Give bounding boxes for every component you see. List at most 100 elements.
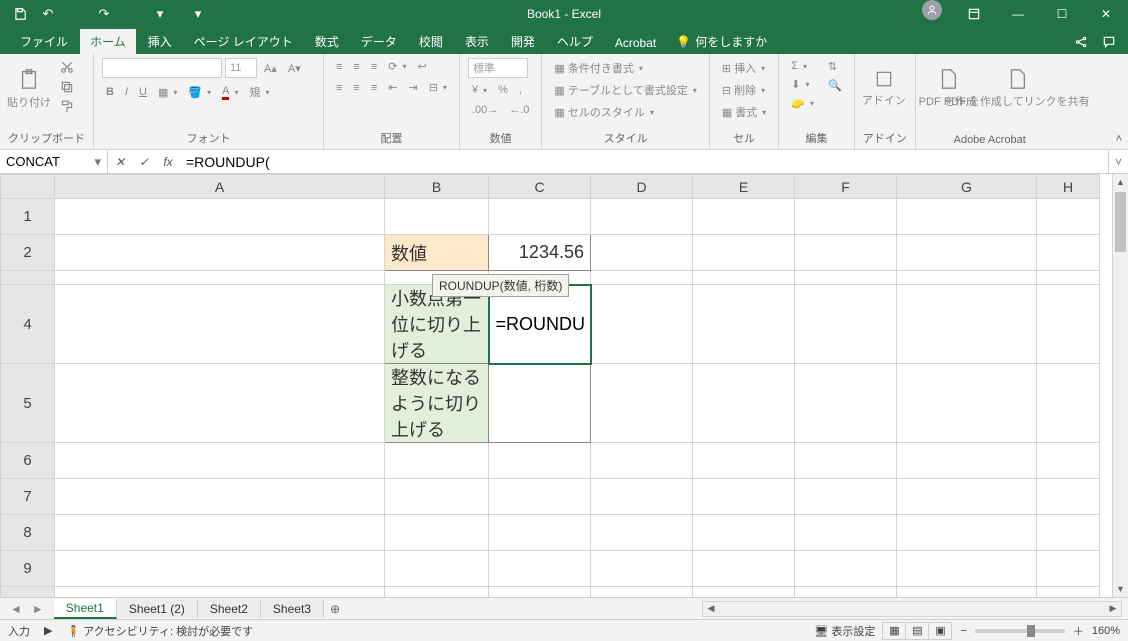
percent-format-icon[interactable]: % (494, 82, 512, 98)
cell-styles-button[interactable]: ▦ セルのスタイル (550, 102, 700, 122)
cancel-formula-icon[interactable]: ✕ (108, 155, 132, 169)
vertical-scrollbar[interactable]: ▲ ▼ (1112, 174, 1128, 597)
tab-review[interactable]: 校閲 (409, 29, 453, 54)
scroll-right-icon[interactable]: ▶ (1105, 602, 1121, 616)
accessibility-status[interactable]: 🧍 アクセシビリティ: 検討が必要です (66, 623, 253, 639)
share-button[interactable] (1068, 30, 1094, 54)
create-share-pdf-button[interactable]: PDF を作成してリンクを共有 (978, 58, 1056, 118)
zoom-level[interactable]: 160% (1092, 625, 1120, 637)
copy-button[interactable] (56, 78, 78, 96)
sheet-tab-1[interactable]: Sheet1 (54, 599, 117, 619)
addins-button[interactable]: アドイン (863, 58, 905, 118)
tab-page-layout[interactable]: ページ レイアウト (184, 29, 303, 54)
conditional-format-button[interactable]: ▦ 条件付き書式 (550, 58, 700, 78)
create-pdf-button[interactable]: PDF を作成 (924, 58, 972, 118)
col-header-a[interactable]: A (55, 175, 385, 199)
minimize-button[interactable]: ― (996, 0, 1040, 28)
add-sheet-button[interactable]: ⊕ (324, 602, 346, 616)
clear-button[interactable]: 🧽 (787, 95, 818, 112)
zoom-out-button[interactable]: − (960, 625, 966, 637)
row-header-3[interactable] (1, 271, 55, 285)
tab-formulas[interactable]: 数式 (305, 29, 349, 54)
align-middle-icon[interactable]: ≡ (349, 59, 363, 75)
close-button[interactable]: ✕ (1084, 0, 1128, 28)
row-header-7[interactable]: 7 (1, 479, 55, 515)
insert-function-icon[interactable]: fx (156, 155, 180, 169)
undo-dropdown[interactable] (64, 3, 88, 25)
macro-record-icon[interactable]: ▶ (44, 624, 52, 637)
row-header-6[interactable]: 6 (1, 443, 55, 479)
row-header-9[interactable]: 9 (1, 551, 55, 587)
vertical-scroll-thumb[interactable] (1115, 192, 1126, 252)
tell-me-search[interactable]: 💡 何をしますか (668, 29, 775, 54)
cut-button[interactable] (56, 58, 78, 76)
sheet-tab-2[interactable]: Sheet1 (2) (117, 600, 198, 618)
border-button[interactable]: ▦ (154, 84, 181, 101)
scroll-left-icon[interactable]: ◀ (703, 602, 719, 616)
scroll-down-icon[interactable]: ▼ (1113, 581, 1128, 597)
maximize-button[interactable]: ☐ (1040, 0, 1084, 28)
zoom-in-button[interactable]: ＋ (1073, 623, 1084, 639)
italic-button[interactable]: I (121, 84, 132, 100)
enter-formula-icon[interactable]: ✓ (132, 155, 156, 169)
orientation-icon[interactable]: ⟳ (384, 58, 410, 75)
col-header-c[interactable]: C (489, 175, 591, 199)
col-header-e[interactable]: E (693, 175, 795, 199)
normal-view-icon[interactable]: ▦ (882, 622, 906, 640)
wrap-text-button[interactable]: ↩ (414, 58, 431, 75)
paste-button[interactable]: 貼り付け (8, 58, 50, 118)
redo-icon[interactable]: ↷ (92, 3, 116, 25)
tab-data[interactable]: データ (351, 29, 407, 54)
font-name-combo[interactable] (102, 58, 222, 78)
formula-input[interactable] (180, 150, 1108, 173)
cell-c5[interactable] (489, 364, 591, 443)
cell-b2[interactable]: 数値 (385, 235, 489, 271)
name-box[interactable]: ▾ (0, 150, 108, 173)
scroll-up-icon[interactable]: ▲ (1113, 174, 1128, 190)
delete-cells-button[interactable]: ⊟ 削除 (718, 80, 770, 100)
qat-customize-icon[interactable]: ▾ (186, 3, 210, 25)
col-header-g[interactable]: G (897, 175, 1037, 199)
row-header-5[interactable]: 5 (1, 364, 55, 443)
ribbon-options-icon[interactable] (952, 0, 996, 28)
tab-view[interactable]: 表示 (455, 29, 499, 54)
select-all-corner[interactable] (1, 175, 55, 199)
zoom-slider[interactable] (975, 629, 1065, 633)
tab-help[interactable]: ヘルプ (547, 29, 603, 54)
save-icon[interactable] (8, 3, 32, 25)
row-header-2[interactable]: 2 (1, 235, 55, 271)
sort-filter-button[interactable]: ⇅ (824, 58, 846, 75)
tab-acrobat[interactable]: Acrobat (605, 32, 666, 54)
row-header-10[interactable]: 10 (1, 587, 55, 598)
merge-button[interactable]: ⊟ (425, 79, 451, 96)
find-select-button[interactable]: 🔍 (824, 77, 846, 94)
align-bottom-icon[interactable]: ≡ (367, 59, 381, 75)
format-cells-button[interactable]: ▦ 書式 (718, 102, 770, 122)
account-avatar[interactable] (922, 0, 942, 20)
tab-file[interactable]: ファイル (10, 29, 78, 54)
cell-c2[interactable]: 1234.56 (489, 235, 591, 271)
decrease-decimal-icon[interactable]: ←.0 (505, 102, 533, 118)
sheet-tab-4[interactable]: Sheet3 (261, 600, 324, 618)
qat-more-icon[interactable]: ▾ (148, 3, 172, 25)
col-header-b[interactable]: B (385, 175, 489, 199)
horizontal-scrollbar[interactable]: ◀ ▶ (702, 601, 1122, 617)
underline-button[interactable]: U (135, 84, 151, 100)
function-tooltip[interactable]: ROUNDUP(数値, 桁数) (432, 274, 569, 297)
undo-icon[interactable]: ↶ (36, 3, 60, 25)
increase-font-icon[interactable]: A▴ (260, 60, 281, 77)
autosum-button[interactable]: Σ (787, 58, 818, 74)
cell-c4-input[interactable] (496, 286, 584, 363)
name-box-dropdown-icon[interactable]: ▾ (94, 154, 101, 170)
page-layout-view-icon[interactable]: ▤ (905, 622, 929, 640)
font-color-button[interactable]: A (218, 83, 242, 102)
increase-indent-icon[interactable]: ⇥ (404, 79, 421, 96)
name-box-input[interactable] (6, 154, 76, 169)
fill-color-button[interactable]: 🪣 (184, 84, 215, 101)
comments-button[interactable] (1096, 30, 1122, 54)
row-header-4[interactable]: 4 (1, 285, 55, 364)
align-center-icon[interactable]: ≡ (349, 80, 363, 96)
display-settings-button[interactable]: 🖥 表示設定 (814, 623, 875, 639)
font-size-combo[interactable]: 11 (225, 58, 257, 78)
col-header-h[interactable]: H (1037, 175, 1100, 199)
